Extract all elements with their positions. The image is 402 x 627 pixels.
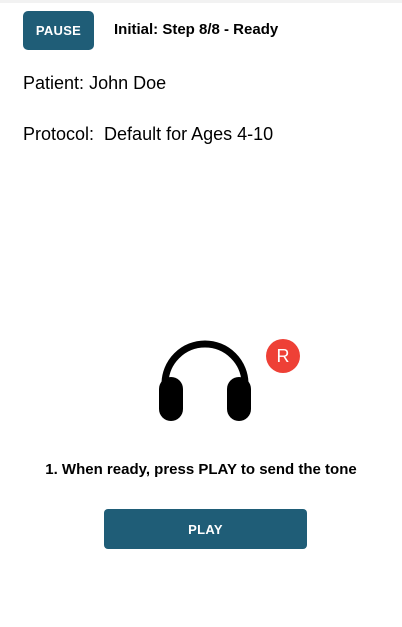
- tone-test-screen: { "header": { "pause_label": "PAUSE", "s…: [0, 0, 402, 627]
- headphones-icon: [159, 340, 251, 421]
- protocol-label: Protocol:: [23, 124, 95, 144]
- step-status: Initial: Step 8/8 - Ready: [114, 21, 279, 38]
- protocol-info: Protocol: Default for Ages 4-10: [23, 124, 273, 145]
- protocol-value: Default for Ages 4-10: [104, 124, 274, 144]
- patient-name: John Doe: [89, 73, 167, 93]
- pause-button[interactable]: PAUSE: [23, 11, 94, 50]
- instruction-text: 1. When ready, press PLAY to send the to…: [45, 461, 357, 478]
- patient-info: Patient: John Doe: [23, 73, 166, 94]
- patient-label: Patient:: [23, 73, 85, 93]
- top-edge-divider: [0, 0, 402, 3]
- right-ear-badge: R: [266, 339, 300, 373]
- play-button[interactable]: PLAY: [104, 509, 307, 549]
